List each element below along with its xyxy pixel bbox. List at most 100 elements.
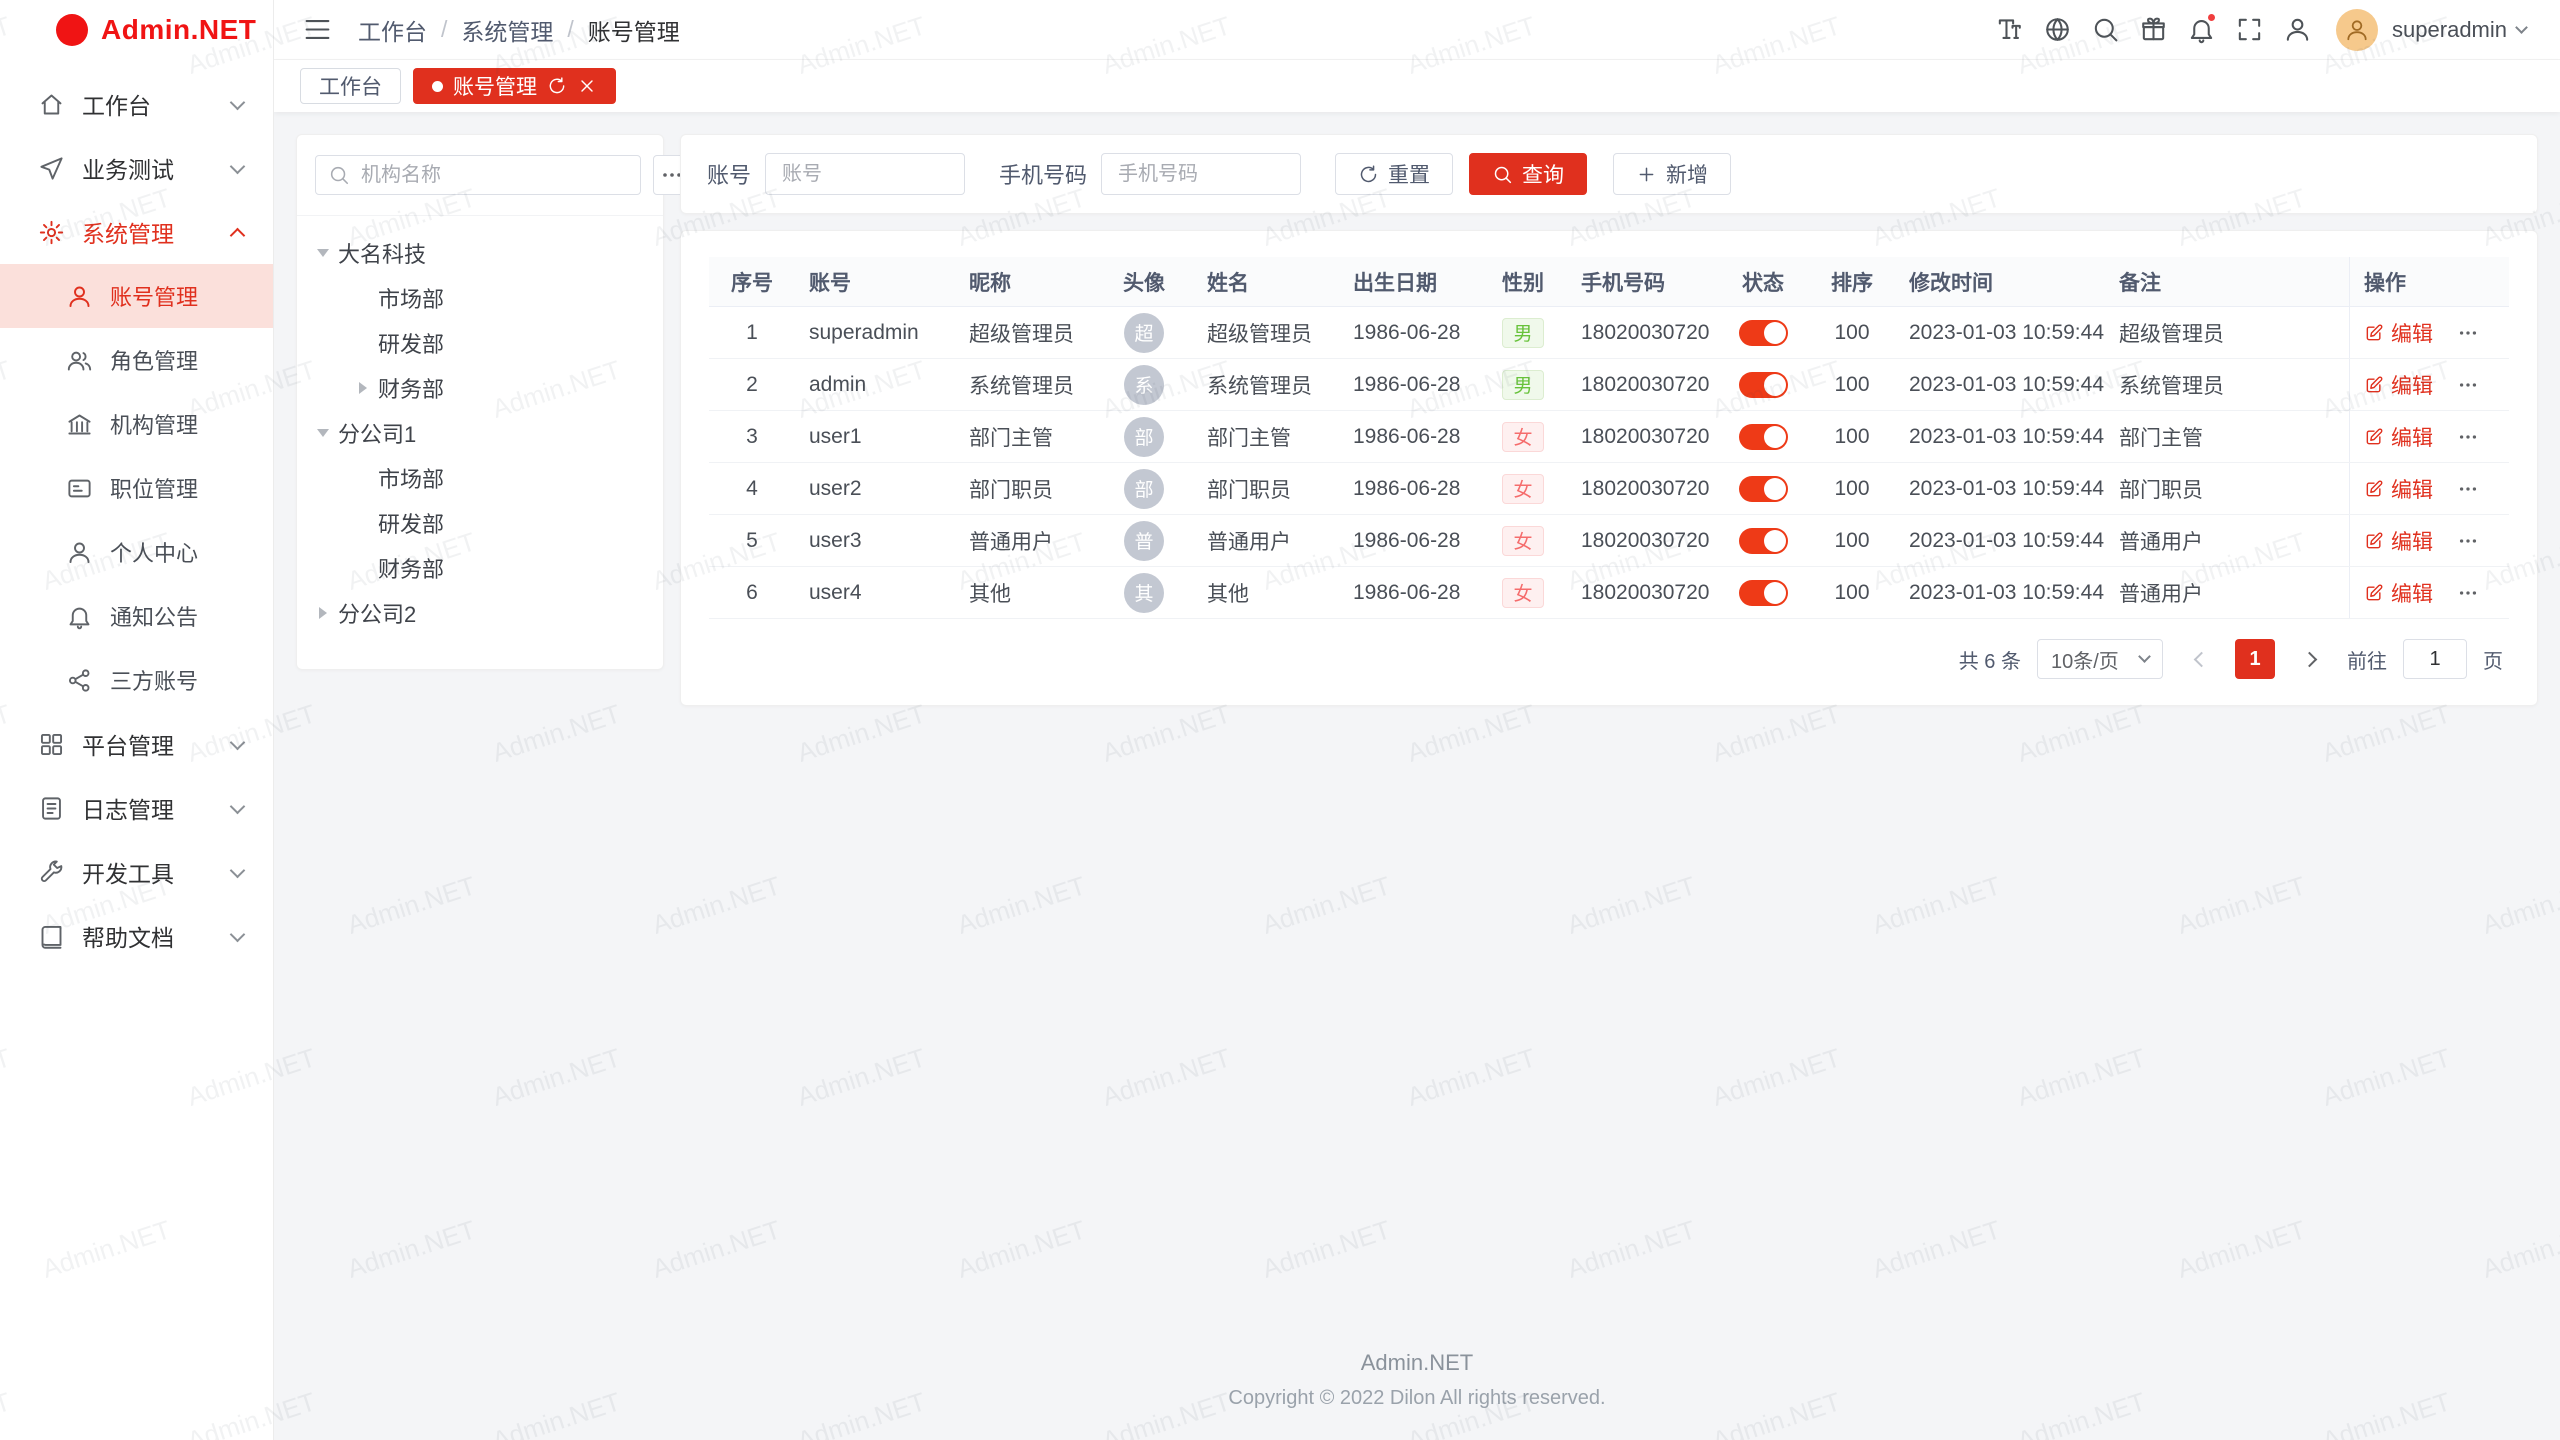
font-size-button[interactable] (1990, 11, 2028, 49)
next-page-button[interactable] (2291, 639, 2331, 679)
status-toggle[interactable] (1739, 320, 1788, 346)
tab-close-icon[interactable] (577, 76, 597, 96)
gender-tag: 男 (1502, 318, 1543, 348)
cell-gender: 女 (1479, 567, 1567, 618)
header-cell-name: 姓名 (1193, 257, 1339, 306)
edit-button[interactable]: 编辑 (2364, 526, 2433, 556)
header-cell-avatar: 头像 (1095, 257, 1193, 306)
user-avatar[interactable] (2336, 9, 2378, 51)
breadcrumb-item[interactable]: 系统管理 (461, 13, 553, 47)
tree-node-label: 研发部 (378, 327, 444, 359)
cell-birth: 1986-06-28 (1339, 307, 1479, 358)
tree-node[interactable]: 市场部 (307, 275, 653, 320)
edit-button[interactable]: 编辑 (2364, 370, 2433, 400)
sidebar-item[interactable]: 机构管理 (0, 392, 273, 456)
topbar-actions: superadmin (1990, 9, 2526, 51)
tab-refresh-icon[interactable] (547, 76, 567, 96)
chevron-icon (230, 926, 246, 942)
global-search-button[interactable] (2086, 11, 2124, 49)
row-more-button[interactable] (2457, 322, 2479, 344)
header-cell-phone: 手机号码 (1567, 257, 1717, 306)
sidebar-item[interactable]: 账号管理 (0, 264, 273, 328)
status-toggle[interactable] (1739, 580, 1788, 606)
user-menu[interactable]: superadmin (2392, 17, 2526, 43)
phone-input[interactable] (1101, 153, 1301, 195)
cell-remark: 部门主管 (2105, 411, 2349, 462)
fullscreen-button[interactable] (2230, 11, 2268, 49)
search-button[interactable]: 查询 (1469, 153, 1587, 195)
ellipsis-icon (2457, 530, 2479, 552)
profile-button[interactable] (2278, 11, 2316, 49)
tree-node[interactable]: 分公司1 (307, 410, 653, 455)
row-more-button[interactable] (2457, 478, 2479, 500)
org-search-input[interactable] (359, 163, 628, 188)
sidebar-item[interactable]: 日志管理 (0, 776, 273, 840)
app-logo[interactable]: Admin.NET (0, 0, 273, 60)
edit-button[interactable]: 编辑 (2364, 422, 2433, 452)
row-more-button[interactable] (2457, 530, 2479, 552)
status-toggle[interactable] (1739, 528, 1788, 554)
row-more-button[interactable] (2457, 374, 2479, 396)
chevron-down-icon (2515, 21, 2528, 34)
tab[interactable]: 账号管理 (413, 68, 616, 104)
menu-item-icon (66, 283, 93, 310)
tree-node[interactable]: 财务部 (307, 545, 653, 590)
avatar: 部 (1124, 417, 1164, 457)
tree-node[interactable]: 研发部 (307, 500, 653, 545)
menu-item-label: 日志管理 (82, 791, 174, 825)
page-number-button[interactable]: 1 (2235, 639, 2275, 679)
goto-page-input[interactable] (2403, 639, 2467, 679)
page-size-select[interactable]: 10条/页 (2037, 639, 2163, 679)
cell-mtime: 2023-01-03 10:59:44 (1895, 411, 2105, 462)
sidebar-item[interactable]: 三方账号 (0, 648, 273, 712)
sidebar-item[interactable]: 工作台 (0, 72, 273, 136)
tree-node[interactable]: 分公司2 (307, 590, 653, 635)
tree-node[interactable]: 市场部 (307, 455, 653, 500)
edit-button[interactable]: 编辑 (2364, 474, 2433, 504)
sidebar-item[interactable]: 业务测试 (0, 136, 273, 200)
cell-avatar: 普 (1095, 515, 1193, 566)
sidebar-item[interactable]: 职位管理 (0, 456, 273, 520)
chevron-icon (230, 734, 246, 750)
tree-node[interactable]: 大名科技 (307, 230, 653, 275)
content-row: 大名科技 市场部 研发部 (296, 134, 2538, 706)
sidebar-item[interactable]: 系统管理 (0, 200, 273, 264)
sidebar-item[interactable]: 帮助文档 (0, 904, 273, 968)
cell-sort: 100 (1809, 515, 1895, 566)
breadcrumb-item[interactable]: 工作台 (358, 13, 427, 47)
account-input[interactable] (765, 153, 965, 195)
cell-gender: 女 (1479, 411, 1567, 462)
prev-page-button[interactable] (2179, 639, 2219, 679)
status-toggle[interactable] (1739, 424, 1788, 450)
tab[interactable]: 工作台 (300, 68, 401, 104)
notification-button[interactable] (2182, 11, 2220, 49)
cell-mtime: 2023-01-03 10:59:44 (1895, 567, 2105, 618)
pagination: 共 6 条 10条/页 1 前 (709, 619, 2509, 695)
sidebar-item[interactable]: 开发工具 (0, 840, 273, 904)
reset-button[interactable]: 重置 (1335, 153, 1453, 195)
ellipsis-icon (2457, 582, 2479, 604)
toggle-knob (1764, 478, 1786, 500)
locale-button[interactable] (2038, 11, 2076, 49)
cell-index: 3 (709, 411, 795, 462)
sidebar-item[interactable]: 通知公告 (0, 584, 273, 648)
row-more-button[interactable] (2457, 582, 2479, 604)
tree-node[interactable]: 研发部 (307, 320, 653, 365)
row-more-button[interactable] (2457, 426, 2479, 448)
sidebar-item[interactable]: 个人中心 (0, 520, 273, 584)
menu-toggle-button[interactable] (298, 11, 336, 49)
sidebar-item[interactable]: 平台管理 (0, 712, 273, 776)
menu-item-icon (38, 219, 65, 246)
edit-button[interactable]: 编辑 (2364, 318, 2433, 348)
cell-mtime: 2023-01-03 10:59:44 (1895, 307, 2105, 358)
status-toggle[interactable] (1739, 372, 1788, 398)
edit-button[interactable]: 编辑 (2364, 578, 2433, 608)
gender-tag: 女 (1502, 526, 1543, 556)
tree-node[interactable]: 财务部 (307, 365, 653, 410)
status-toggle[interactable] (1739, 476, 1788, 502)
query-bar: 账号 手机号码 重置 查询 (680, 134, 2538, 214)
sidebar-item[interactable]: 角色管理 (0, 328, 273, 392)
cell-actions: 编辑 (2349, 567, 2509, 618)
theme-button[interactable] (2134, 11, 2172, 49)
add-button[interactable]: 新增 (1613, 153, 1731, 195)
